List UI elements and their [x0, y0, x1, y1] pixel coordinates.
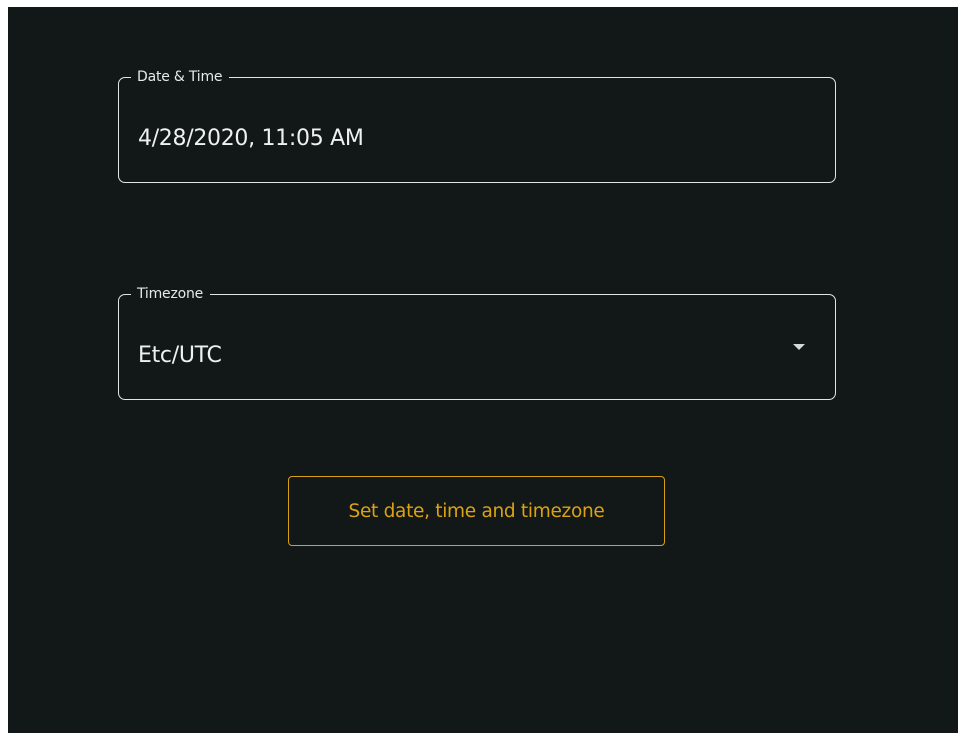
timezone-selected-value[interactable]: Etc/UTC	[138, 343, 738, 369]
datetime-input[interactable]	[138, 126, 738, 152]
timezone-select[interactable]: Timezone Etc/UTC	[118, 284, 836, 400]
settings-panel: Date & Time Timezone Etc/UTC Set date, t…	[8, 7, 958, 733]
set-date-time-timezone-button[interactable]: Set date, time and timezone	[288, 476, 665, 546]
datetime-label: Date & Time	[131, 67, 230, 87]
datetime-field[interactable]: Date & Time	[118, 67, 836, 183]
caret-down-icon[interactable]	[793, 344, 805, 350]
timezone-label: Timezone	[131, 284, 211, 304]
